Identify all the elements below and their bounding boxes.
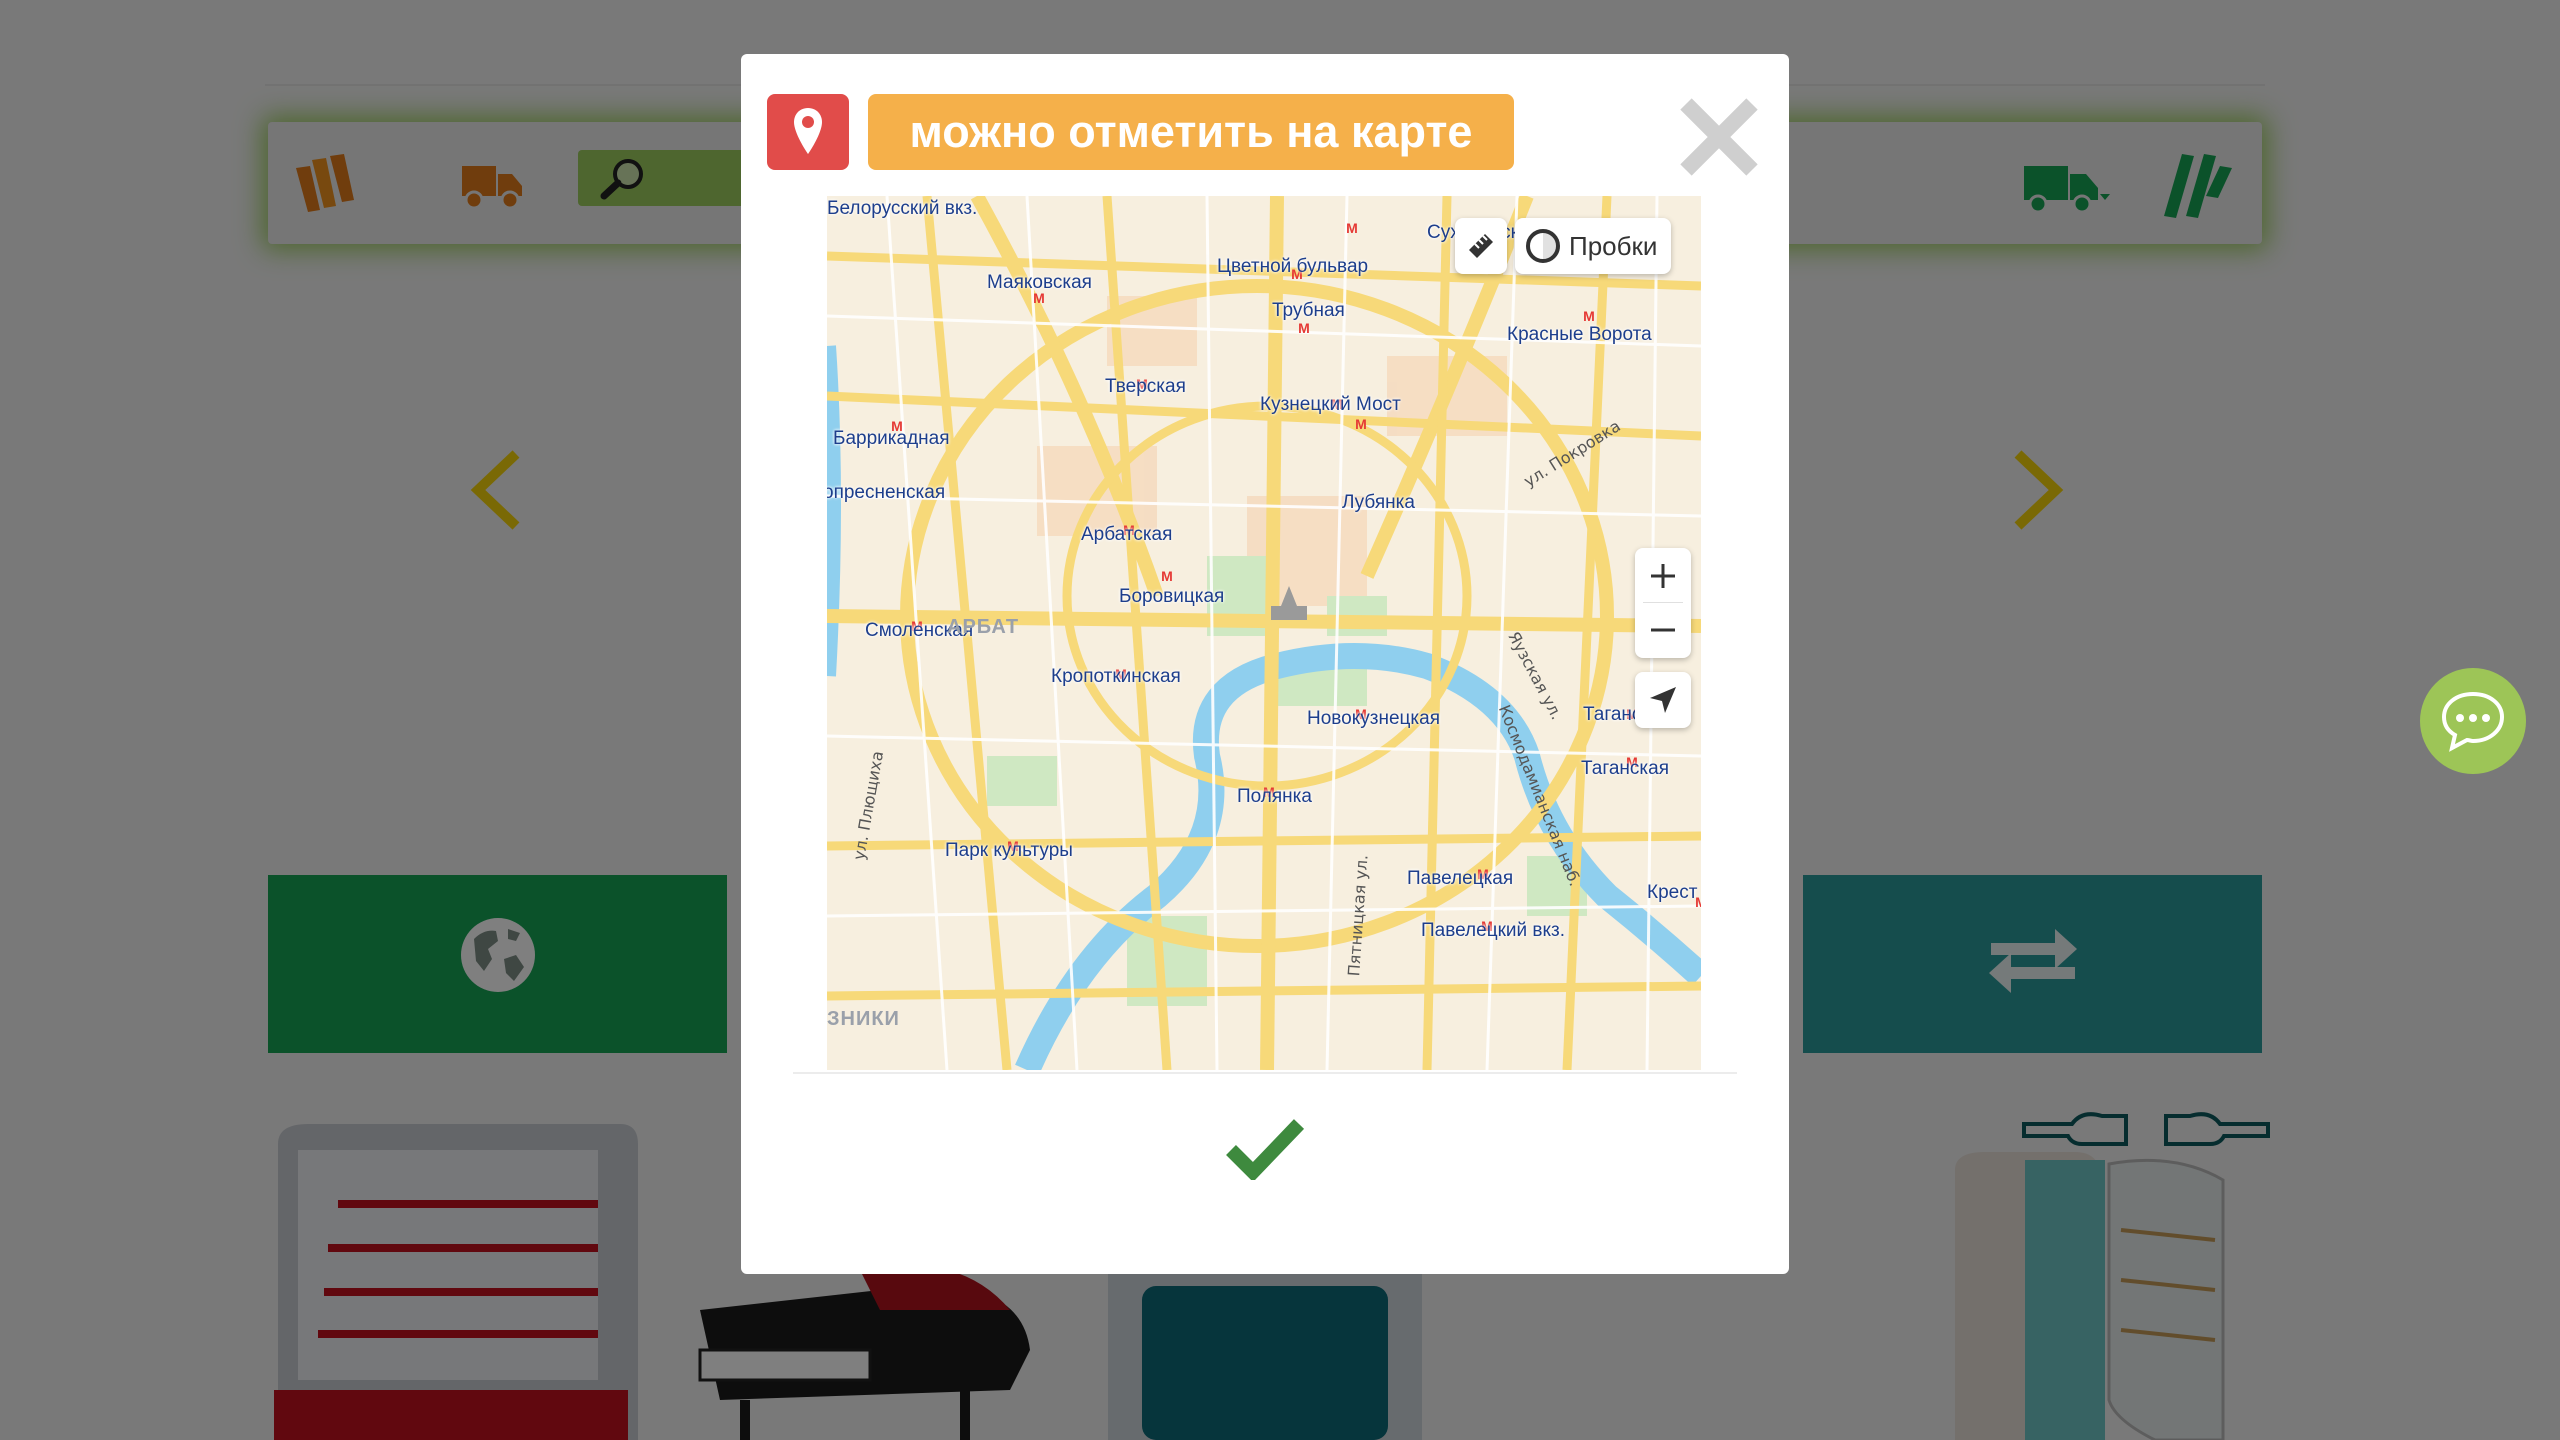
metro-marker-icon[interactable]: М: [1158, 569, 1176, 583]
location-pin-badge: [767, 94, 849, 170]
metro-station-label: опресненская: [827, 482, 946, 503]
metro-marker-icon[interactable]: М: [1580, 309, 1598, 323]
traffic-light-icon: [1526, 229, 1560, 263]
chat-bubble-icon: [2441, 691, 2505, 752]
metro-marker-icon[interactable]: М: [1343, 221, 1361, 235]
close-icon[interactable]: [1676, 94, 1762, 180]
checkmark-icon[interactable]: [1225, 1116, 1305, 1180]
metro-station-label: Цветной бульвар: [1217, 256, 1369, 277]
minus-icon[interactable]: [1649, 616, 1677, 644]
metro-station-label: Тверская: [1105, 376, 1186, 397]
metro-station-label: Трубная: [1272, 300, 1345, 321]
metro-station-label: Павелецкий вкз.: [1421, 920, 1566, 941]
traffic-label: Пробки: [1569, 231, 1658, 261]
modal-divider: [793, 1072, 1737, 1074]
district-label-2: ЗНИКИ: [827, 1008, 900, 1030]
metro-station-label: Парк культуры: [945, 840, 1073, 861]
metro-marker-icon[interactable]: М: [1352, 417, 1370, 431]
metro-station-label: Новокузнецкая: [1307, 708, 1440, 729]
plus-icon[interactable]: [1649, 562, 1677, 590]
chat-button[interactable]: [2420, 668, 2526, 774]
metro-marker-icon[interactable]: М: [888, 419, 906, 433]
metro-station-label: Павелецкая: [1407, 868, 1514, 889]
metro-station-label: Кузнецкий Мост: [1260, 394, 1401, 415]
geolocation-icon: [1650, 687, 1676, 713]
map-pin-icon: [794, 108, 822, 154]
map-view[interactable]: МСухаревскаяМЦветной бульварММаяковскаяМ…: [827, 196, 1701, 1070]
district-label: АРБАТ: [947, 616, 1020, 638]
metro-station-label: Лубянка: [1342, 492, 1415, 513]
zoom-control[interactable]: [1635, 548, 1691, 658]
metro-station-label: Маяковская: [987, 272, 1092, 293]
metro-station-label: Кропоткинская: [1051, 666, 1181, 687]
ruler-icon: [1469, 234, 1493, 258]
metro-station-label: Таганская: [1581, 758, 1669, 779]
metro-station-label: Красные Ворота: [1507, 324, 1652, 345]
metro-station-label: Белорусский вкз.: [827, 198, 978, 219]
ruler-button[interactable]: [1455, 218, 1507, 274]
zoom-divider: [1643, 602, 1683, 603]
metro-station-label: Полянка: [1237, 786, 1312, 807]
map-hint-banner: можно отметить на карте: [868, 94, 1514, 170]
metro-station-label: Арбатская: [1081, 524, 1173, 545]
metro-marker-icon[interactable]: М: [1295, 321, 1313, 335]
location-modal: можно отметить на карте М М Цветной буль…: [741, 54, 1789, 1274]
metro-station-label: Боровицкая: [1119, 586, 1225, 607]
metro-station-label: Крест: [1647, 882, 1698, 903]
geolocation-button[interactable]: [1635, 672, 1691, 728]
traffic-button[interactable]: Пробки: [1515, 218, 1671, 274]
